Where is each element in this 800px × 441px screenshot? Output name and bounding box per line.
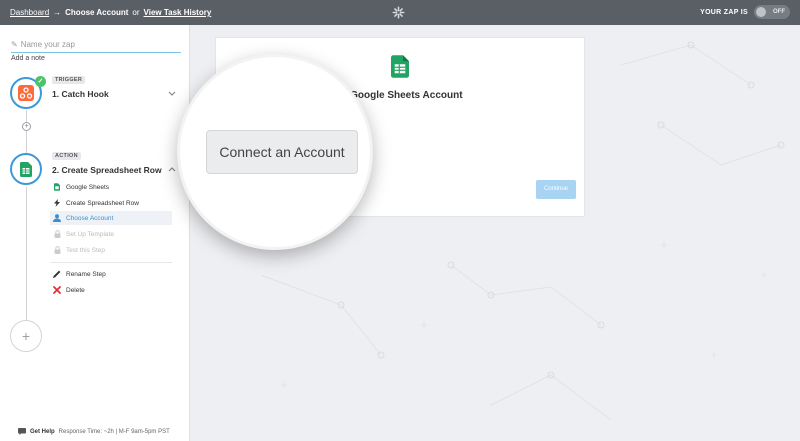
zap-name-placeholder: Name your zap (20, 40, 75, 49)
chevron-up-icon[interactable] (167, 164, 177, 174)
breadcrumb-current: Choose Account (65, 8, 129, 17)
google-sheets-icon (20, 161, 32, 177)
lock-icon (53, 230, 61, 238)
action-step-title[interactable]: 2. Create Spreadsheet Row (52, 165, 162, 175)
delete-x-icon (53, 286, 61, 294)
help-bar: Get Help Response Time: ~2h | M-F 9am-5p… (18, 428, 170, 435)
sidebar-item-label: Set Up Template (66, 230, 114, 238)
zap-name-input[interactable]: ✎ Name your zap (11, 40, 181, 53)
sidebar-item-test-step: Test this Step (50, 243, 172, 257)
zap-status-label: YOUR ZAP IS (700, 8, 748, 16)
lightning-icon (53, 199, 61, 207)
chat-icon (18, 428, 26, 435)
sidebar-item-label: Test this Step (66, 246, 106, 254)
lock-icon (53, 246, 61, 254)
rename-step-button[interactable]: Rename Step (50, 267, 172, 281)
trigger-step-title[interactable]: 1. Catch Hook (52, 89, 109, 99)
response-time: Response Time: ~2h | M-F 9am-5pm PST (58, 428, 170, 435)
sidebar-item-set-up-template: Set Up Template (50, 227, 172, 241)
zap-toggle[interactable]: OFF (754, 5, 790, 19)
top-bar: Dashboard → Choose Account or View Task … (0, 0, 800, 25)
chevron-down-icon[interactable] (167, 89, 177, 99)
google-sheets-icon (391, 55, 409, 78)
sidebar-item-choose-account[interactable]: Choose Account (50, 211, 172, 225)
sidebar-item-label: Choose Account (66, 214, 114, 222)
webhook-icon (18, 85, 34, 101)
sidebar-item-create-row[interactable]: Create Spreadsheet Row (50, 196, 172, 210)
pencil-icon: ✎ (11, 40, 18, 49)
sidebar-item-label: Delete (66, 286, 85, 294)
action-badge: ACTION (52, 152, 81, 160)
add-step-button[interactable]: + (10, 320, 42, 352)
panel-title: t Google Sheets Account (344, 90, 463, 101)
action-step-icon[interactable] (10, 153, 42, 185)
connect-account-button[interactable]: Connect an Account (206, 130, 358, 174)
pencil-icon (53, 270, 61, 278)
sidebar-item-label: Create Spreadsheet Row (66, 199, 139, 207)
breadcrumb-or: or (132, 8, 140, 17)
user-icon (53, 214, 61, 222)
trigger-badge: TRIGGER (52, 76, 86, 84)
check-icon: ✓ (35, 76, 46, 87)
add-note-link[interactable]: Add a note (11, 55, 45, 62)
delete-button[interactable]: Delete (50, 283, 172, 297)
sidebar-item-label: Rename Step (66, 270, 106, 278)
connector-line (26, 110, 27, 155)
sidebar-item-label: Google Sheets (66, 183, 110, 191)
divider (50, 262, 172, 263)
connector-line (26, 187, 27, 322)
dashboard-link[interactable]: Dashboard (10, 8, 49, 17)
google-sheets-icon (53, 183, 61, 191)
sidebar-item-google-sheets[interactable]: Google Sheets (50, 180, 172, 194)
toggle-knob (756, 7, 766, 17)
view-task-history-link[interactable]: View Task History (144, 8, 212, 17)
zap-status: YOUR ZAP IS OFF (700, 5, 790, 19)
toggle-state: OFF (773, 9, 785, 15)
breadcrumb: Dashboard → Choose Account or View Task … (10, 8, 211, 17)
magnifier-lens: Connect an Account (177, 54, 373, 250)
continue-button[interactable]: Continue (536, 180, 576, 199)
breadcrumb-arrow: → (53, 8, 62, 17)
zapier-logo-icon[interactable] (392, 6, 405, 19)
sidebar: ✎ Name your zap Add a note ✓ TRIGGER 1. … (0, 25, 190, 441)
get-help-link[interactable]: Get Help (30, 429, 55, 435)
insert-step-node[interactable]: + (22, 122, 31, 131)
